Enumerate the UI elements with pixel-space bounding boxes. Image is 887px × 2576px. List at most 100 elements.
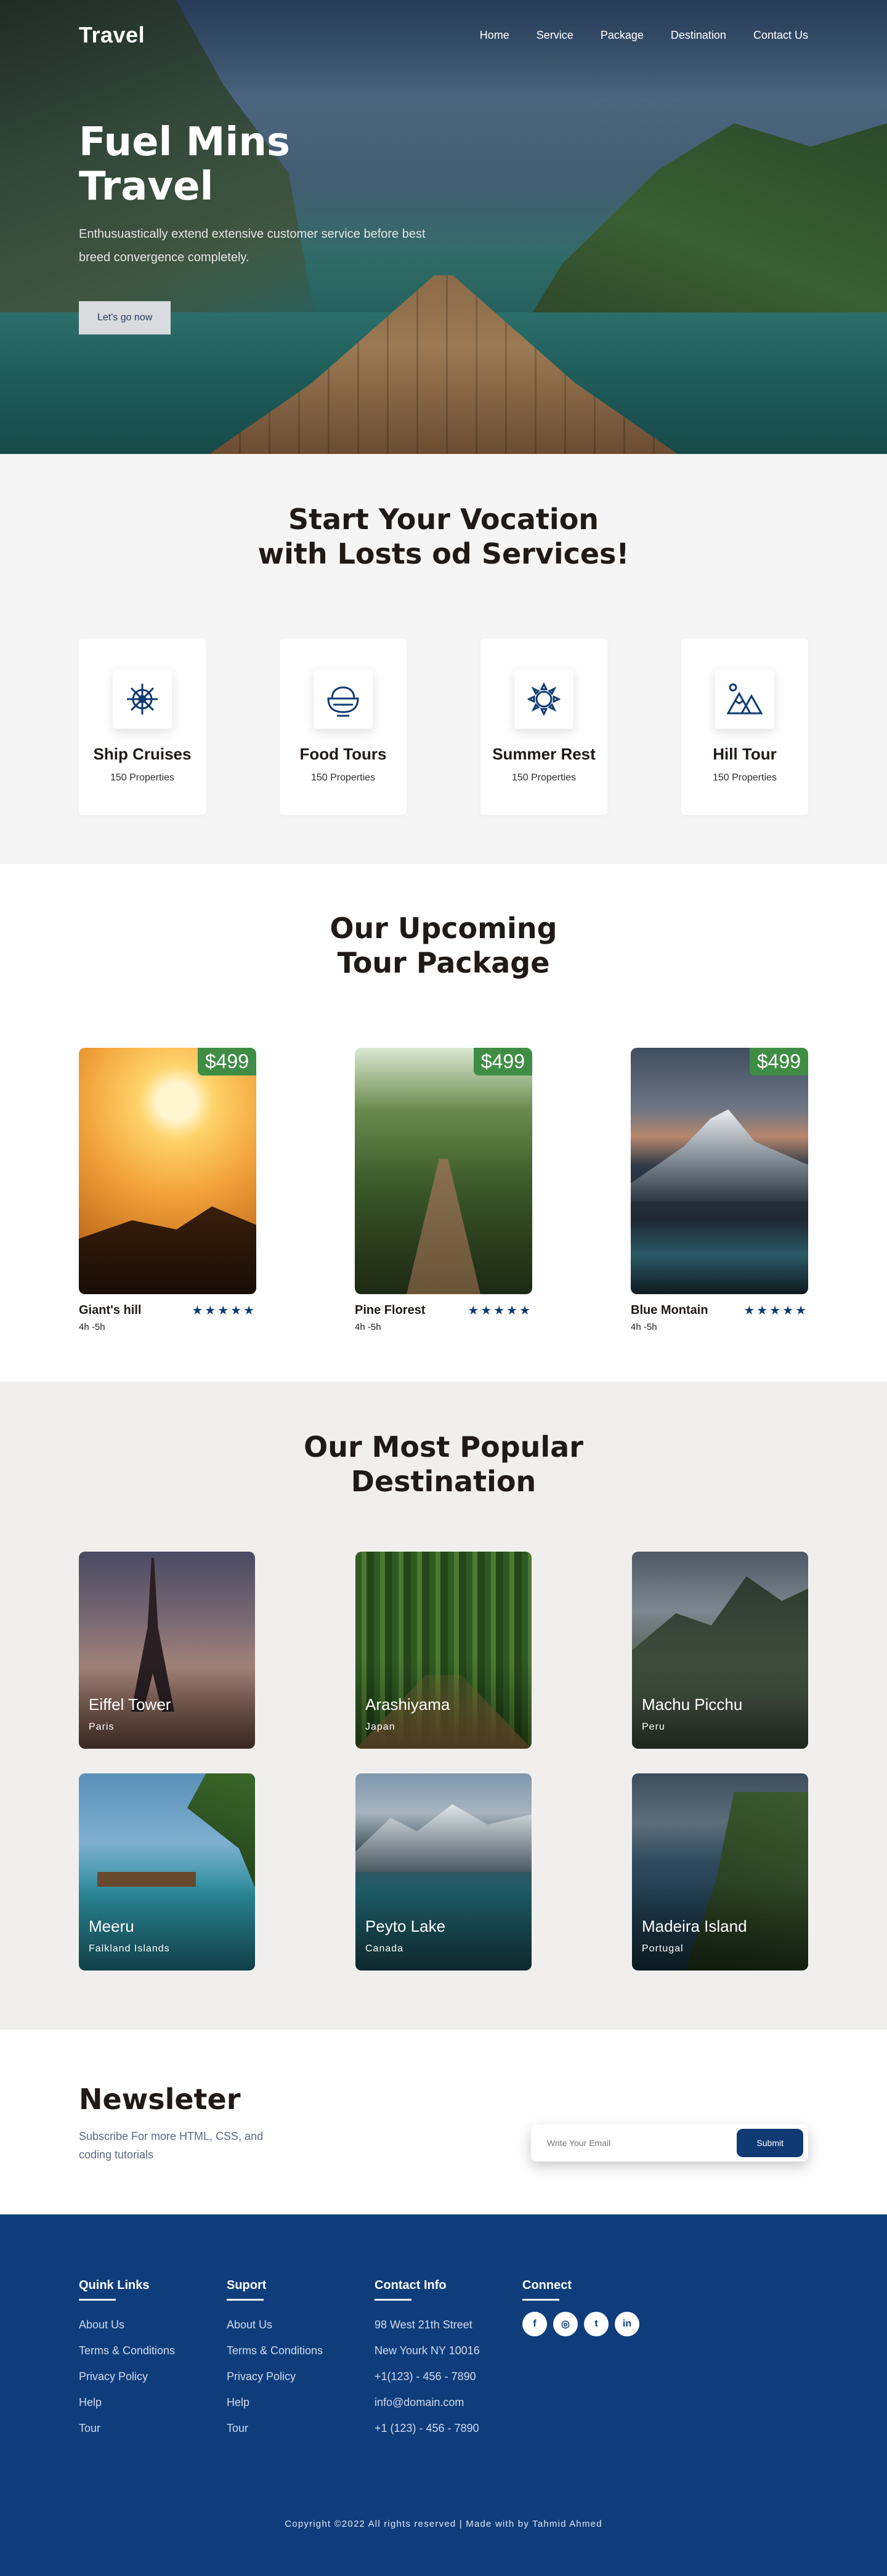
services-title-line2: with Losts od Services!: [257, 537, 630, 570]
tour-image[interactable]: $499: [631, 1048, 808, 1294]
rating-stars: ★★★★★: [743, 1304, 808, 1318]
destination-card-madeira-island[interactable]: Madeira Island Portugal: [632, 1773, 808, 1970]
tour-card-giants-hill[interactable]: $499 Giant's hill ★★★★★ 4h -5h: [79, 1048, 256, 1332]
destinations-title: Our Most Popular Destination: [79, 1430, 808, 1499]
footer-link-privacy[interactable]: Privacy Policy: [79, 2363, 227, 2389]
service-count: 150 Properties: [511, 772, 577, 783]
footer-link-privacy[interactable]: Privacy Policy: [227, 2363, 375, 2389]
destination-country: Falkland Islands: [89, 1943, 170, 1954]
palm-tree: [187, 1773, 255, 1903]
tours-title-line2: Tour Package: [337, 946, 550, 979]
nav-item-service[interactable]: Service: [537, 29, 573, 42]
service-count: 150 Properties: [712, 772, 777, 783]
destination-card-arashiyama[interactable]: Arashiyama Japan: [355, 1552, 532, 1749]
footer-connect: Connect f ◎ t in: [522, 2278, 670, 2441]
footer-link-about[interactable]: About Us: [227, 2312, 375, 2338]
contact-phone-alt[interactable]: +1 (123) - 456 - 7890: [375, 2415, 522, 2441]
service-card-food-tours[interactable]: Food Tours 150 Properties: [280, 639, 407, 815]
footer-link-tour[interactable]: Tour: [227, 2415, 375, 2441]
nav-item-destination[interactable]: Destination: [671, 29, 726, 42]
tour-duration: 4h -5h: [355, 1322, 381, 1332]
hero-title-line2: Travel: [79, 164, 214, 209]
tour-grid: $499 Giant's hill ★★★★★ 4h -5h $499 Pine…: [79, 1048, 808, 1332]
footer-contact-info: Contact Info 98 West 21th Street New You…: [375, 2278, 522, 2441]
service-count: 150 Properties: [310, 772, 376, 783]
destination-country: Portugal: [642, 1943, 684, 1954]
tour-price-badge: $499: [473, 1048, 532, 1075]
service-count: 150 Properties: [110, 772, 175, 783]
social-links: f ◎ t in: [522, 2312, 670, 2336]
tour-image[interactable]: $499: [355, 1048, 532, 1294]
tour-image[interactable]: $499: [79, 1048, 256, 1294]
tour-card-blue-montain[interactable]: $499 Blue Montain ★★★★★ 4h -5h: [631, 1048, 808, 1332]
site-logo[interactable]: Travel: [79, 22, 145, 48]
facebook-icon[interactable]: f: [522, 2312, 547, 2336]
tour-boardwalk: [407, 1159, 480, 1294]
destination-country: Peru: [642, 1722, 665, 1732]
destination-name: Eiffel Tower: [89, 1695, 171, 1714]
footer-link-about[interactable]: About Us: [79, 2312, 227, 2338]
service-name: Food Tours: [299, 745, 387, 763]
footer-link-tour[interactable]: Tour: [79, 2415, 227, 2441]
services-title-line1: Start Your Vocation: [288, 503, 599, 536]
top-nav: Travel Home Service Package Destination …: [0, 22, 887, 48]
hero-title-line1: Fuel Mins: [79, 119, 290, 165]
destination-card-machu-picchu[interactable]: Machu Picchu Peru: [632, 1552, 808, 1749]
footer-col-title: Quink Links: [79, 2278, 150, 2292]
nav-item-package[interactable]: Package: [601, 29, 644, 42]
email-input[interactable]: [547, 2138, 719, 2148]
twitter-icon[interactable]: t: [584, 2312, 609, 2336]
contact-email[interactable]: info@domain.com: [375, 2389, 522, 2415]
food-bowl-icon: [314, 670, 373, 729]
service-card-hill-tour[interactable]: Hill Tour 150 Properties: [681, 639, 808, 815]
footer-col-title: Suport: [227, 2278, 267, 2292]
destination-name: Arashiyama: [365, 1695, 450, 1714]
destination-card-peyto-lake[interactable]: Peyto Lake Canada: [355, 1773, 532, 1970]
hero-section: Travel Home Service Package Destination …: [0, 0, 887, 454]
service-card-ship-cruises[interactable]: Ship Cruises 150 Properties: [79, 639, 206, 815]
footer-link-help[interactable]: Help: [79, 2389, 227, 2415]
hero-description: Enthusuastically extend extensive custom…: [79, 227, 426, 264]
contact-phone[interactable]: +1(123) - 456 - 7890: [375, 2363, 522, 2389]
submit-button[interactable]: Submit: [737, 2129, 803, 2157]
mountain-range: [355, 1804, 532, 1872]
destination-card-meeru[interactable]: Meeru Falkland Islands: [79, 1773, 255, 1970]
tour-price-badge: $499: [197, 1048, 256, 1075]
destination-card-eiffel-tower[interactable]: Eiffel Tower Paris: [79, 1552, 255, 1749]
newsletter-form: Submit: [531, 2124, 808, 2161]
destinations-title-line1: Our Most Popular: [304, 1430, 583, 1464]
footer-link-terms[interactable]: Terms & Conditions: [79, 2338, 227, 2363]
linkedin-icon[interactable]: in: [615, 2312, 639, 2336]
tour-price-badge: $499: [749, 1048, 808, 1075]
destination-country: Japan: [365, 1722, 395, 1732]
lets-go-button[interactable]: Let's go now: [79, 301, 171, 334]
tour-duration: 4h -5h: [631, 1322, 657, 1332]
footer-underline: [227, 2299, 264, 2301]
footer-col-title: Connect: [522, 2278, 572, 2292]
rating-stars: ★★★★★: [468, 1304, 532, 1318]
footer-underline: [522, 2299, 559, 2301]
footer-underline: [375, 2299, 411, 2301]
coastal-cliff: [685, 1792, 808, 1970]
tour-card-pine-florest[interactable]: $499 Pine Florest ★★★★★ 4h -5h: [355, 1048, 532, 1332]
service-card-summer-rest[interactable]: Summer Rest 150 Properties: [480, 639, 607, 815]
service-name: Ship Cruises: [93, 745, 192, 763]
mountain-silhouette: [632, 1576, 808, 1699]
destination-country: Paris: [89, 1722, 115, 1732]
footer-link-help[interactable]: Help: [227, 2389, 375, 2415]
nav-menu: Home Service Package Destination Contact…: [480, 29, 808, 42]
tour-packages-section: Our Upcoming Tour Package $499 Giant's h…: [0, 864, 887, 1382]
eiffel-tower-silhouette: [131, 1558, 174, 1712]
tour-hill-silhouette: [79, 1206, 256, 1294]
footer-link-terms[interactable]: Terms & Conditions: [227, 2338, 375, 2363]
mountain-icon: [715, 670, 774, 729]
instagram-icon[interactable]: ◎: [553, 2312, 578, 2336]
nav-item-contact[interactable]: Contact Us: [753, 29, 808, 42]
sun-icon: [514, 670, 573, 729]
hero-title: Fuel Mins Travel: [79, 120, 338, 209]
newsletter-title: Newsleter: [79, 2083, 241, 2116]
destination-name: Peyto Lake: [365, 1917, 446, 1935]
contact-address: 98 West 21th Street: [375, 2319, 472, 2331]
ship-wheel-icon: [113, 670, 172, 729]
nav-item-home[interactable]: Home: [480, 29, 509, 42]
